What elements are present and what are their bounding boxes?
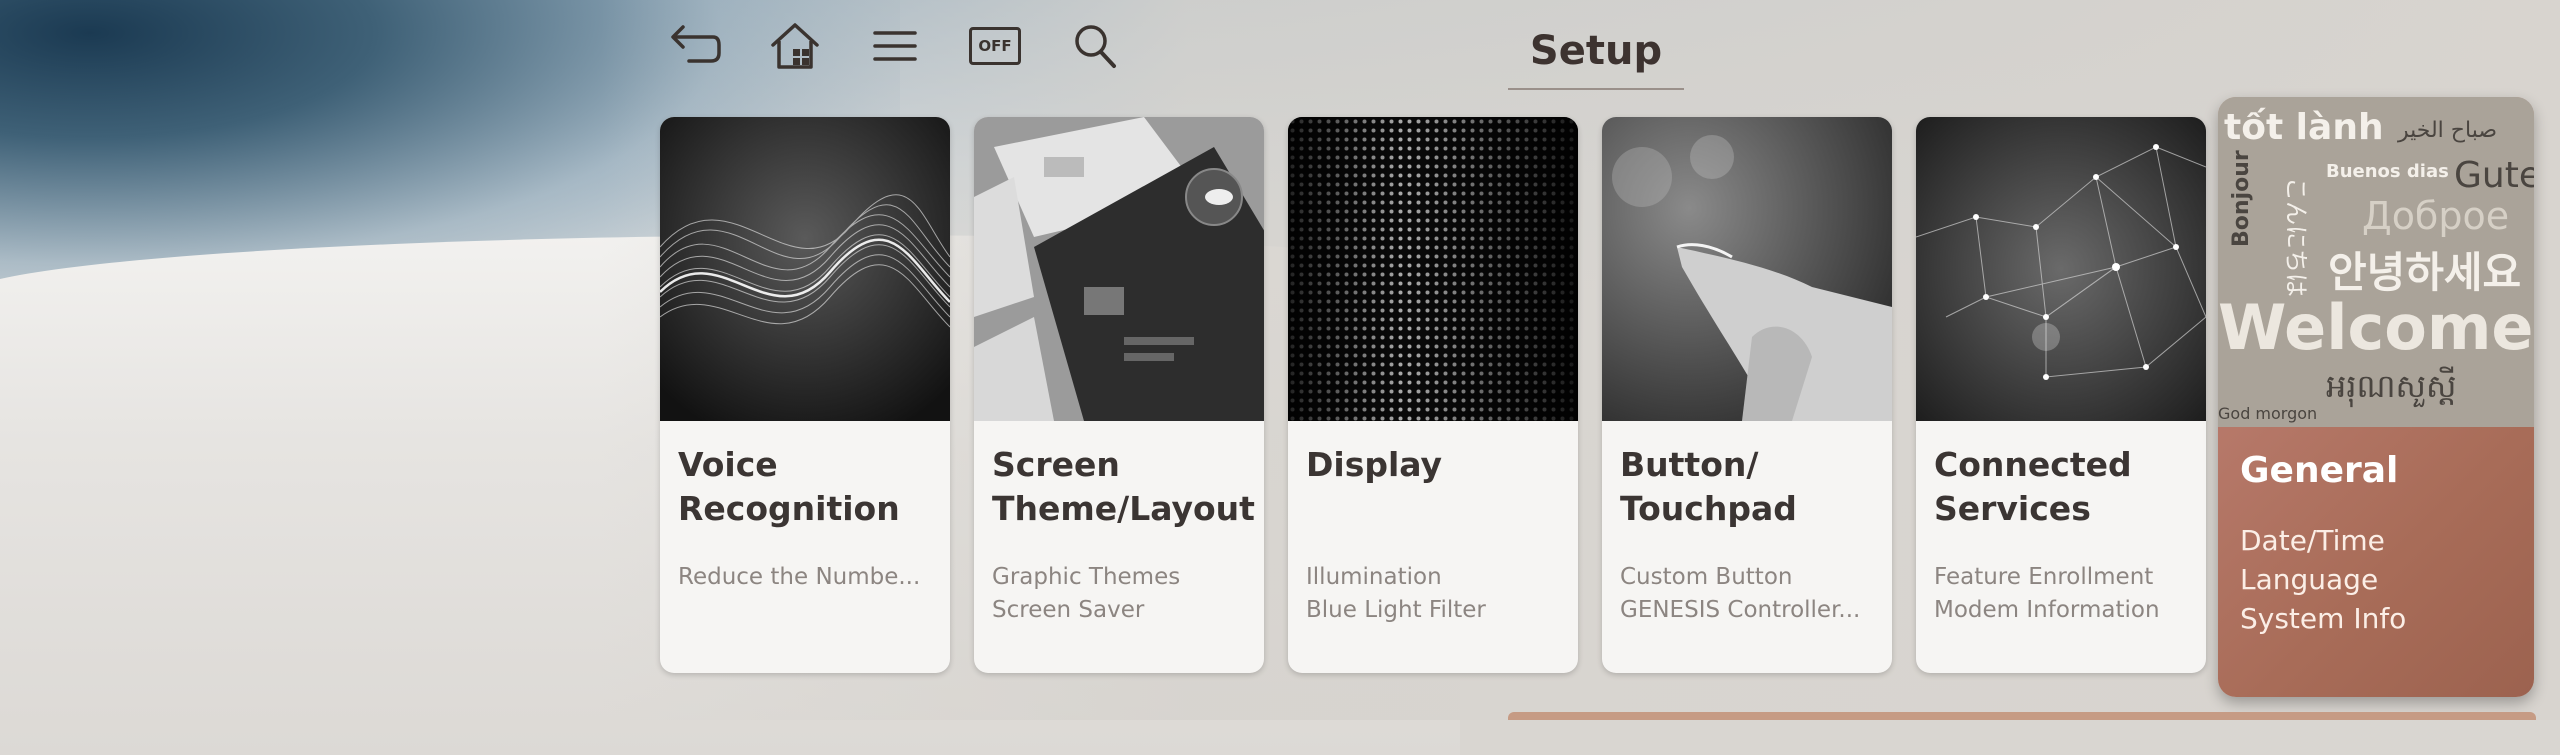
card-subtitle: Custom Button GENESIS Controller...: [1620, 561, 1882, 627]
card-line: Modem Information: [1934, 597, 2160, 623]
menu-icon: [873, 31, 917, 61]
welcome-word: Guten: [2454, 155, 2534, 196]
card-title: General: [2240, 450, 2399, 491]
welcome-word: tốt lành: [2224, 107, 2384, 148]
back-icon: [671, 25, 721, 63]
welcome-word: God morgon: [2218, 404, 2317, 423]
screen-off-icon: OFF: [969, 27, 1021, 65]
general-image: tốt lành صباح الخير Buenos dias Guten Bo…: [2218, 97, 2534, 427]
card-line: Language: [2240, 563, 2379, 596]
card-title: Connected Services: [1934, 445, 2132, 528]
card-line: Screen Saver: [992, 597, 1145, 623]
card-line: Feature Enrollment: [1934, 564, 2154, 590]
welcome-word: 안녕하세요: [2328, 248, 2521, 297]
card-subtitle: Reduce the Numbe...: [678, 561, 940, 594]
welcome-word: Welcome: [2218, 291, 2533, 364]
card-subtitle: Feature Enrollment Modem Information: [1934, 561, 2196, 627]
search-button[interactable]: [1060, 18, 1130, 74]
card-title: Button/ Touchpad: [1620, 445, 1797, 528]
card-line: Reduce the Numbe...: [678, 564, 921, 590]
card-general[interactable]: tốt lành صباح الخير Buenos dias Guten Bo…: [2218, 97, 2534, 697]
back-button[interactable]: [660, 18, 730, 74]
card-display[interactable]: Display Illumination Blue Light Filter: [1288, 117, 1578, 673]
card-line: System Info: [2240, 602, 2407, 635]
welcome-word: អរុណសួស្តី: [2326, 366, 2456, 408]
card-voice-recognition[interactable]: Voice Recognition Reduce the Numbe...: [660, 117, 950, 673]
display-image: [1288, 117, 1578, 421]
welcome-word: こんにちは: [2282, 177, 2310, 297]
menu-button[interactable]: [860, 18, 930, 74]
page-title: Setup: [1529, 28, 1663, 74]
card-connected-services[interactable]: Connected Services Feature Enrollment Mo…: [1916, 117, 2206, 673]
button-touchpad-image: [1602, 117, 1892, 421]
screen-theme-image: [974, 117, 1264, 421]
welcome-word: صباح الخير: [2397, 118, 2497, 143]
card-subtitle: Illumination Blue Light Filter: [1306, 561, 1568, 627]
card-subtitle: Date/Time Language System Info: [2240, 521, 2502, 638]
toolbar: OFF: [660, 18, 1160, 74]
welcome-word: Buenos dias: [2326, 161, 2449, 182]
title-underline: [1508, 88, 1684, 90]
welcome-word: Доброе: [2362, 194, 2509, 238]
voice-recognition-image: [660, 117, 950, 421]
card-line: Graphic Themes: [992, 564, 1181, 590]
card-subtitle: Graphic Themes Screen Saver: [992, 561, 1254, 627]
welcome-word: Bonjour: [2229, 150, 2254, 247]
search-icon: [1075, 25, 1116, 68]
connected-services-image: [1916, 117, 2206, 421]
card-button-touchpad[interactable]: Button/ Touchpad Custom Button GENESIS C…: [1602, 117, 1892, 673]
card-title: Display: [1306, 445, 1443, 484]
card-line: Custom Button: [1620, 564, 1793, 590]
card-line: Date/Time: [2240, 524, 2385, 557]
home-button[interactable]: [760, 18, 830, 74]
card-title: Screen Theme/Layout: [992, 445, 1255, 528]
screen-off-button[interactable]: OFF: [960, 18, 1030, 74]
card-line: Illumination: [1306, 564, 1442, 590]
home-icon: [771, 23, 819, 69]
card-screen-theme-layout[interactable]: Screen Theme/Layout Graphic Themes Scree…: [974, 117, 1264, 673]
card-line: Blue Light Filter: [1306, 597, 1486, 623]
card-line: GENESIS Controller...: [1620, 597, 1861, 623]
scroll-indicator[interactable]: [1508, 712, 2536, 720]
card-title: Voice Recognition: [678, 445, 900, 528]
